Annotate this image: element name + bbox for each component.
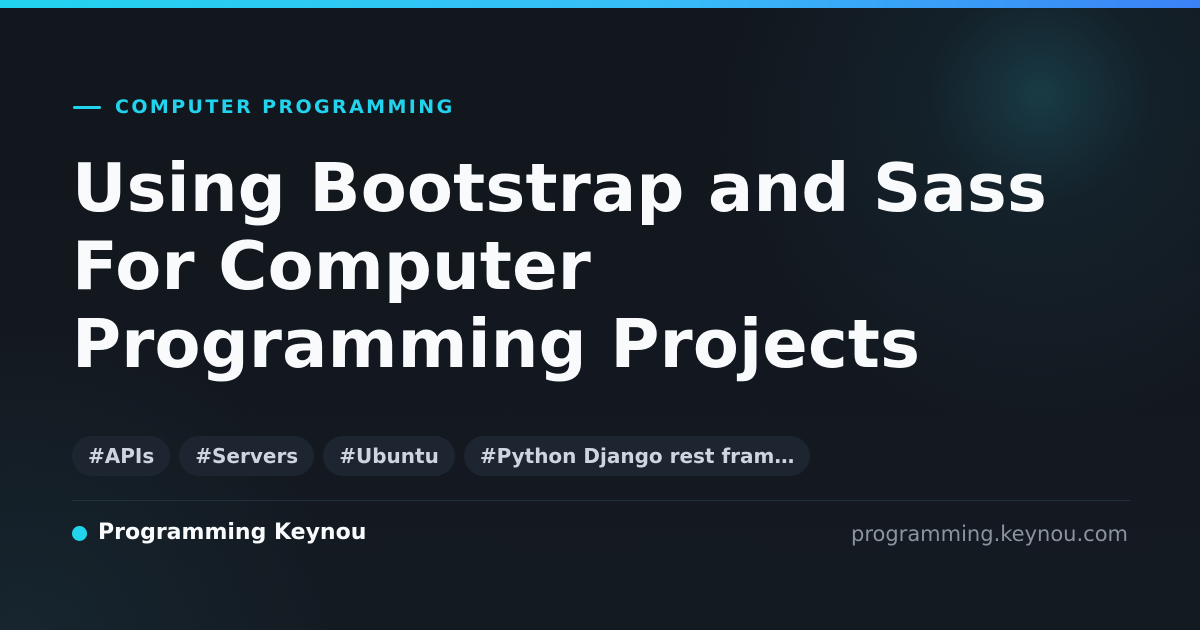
article-title-line-1: Using Bootstrap and Sass	[72, 149, 1048, 227]
tag-python-django-rest-framework: #Python Django rest fram…	[463, 436, 811, 476]
article-title-line-3: Programming Projects	[72, 305, 921, 383]
category-label: COMPUTER PROGRAMMING	[115, 96, 455, 118]
tag-ubuntu: #Ubuntu	[323, 436, 455, 476]
site-brand-name: Programming Keynou	[98, 520, 367, 545]
accent-top-bar	[0, 0, 1200, 8]
category-dash-decoration	[73, 105, 101, 109]
tag-apis: #APIs	[72, 436, 171, 476]
tag-servers: #Servers	[179, 436, 315, 476]
article-title-line-2: For Computer	[72, 227, 592, 305]
site-brand: Programming Keynou	[72, 519, 366, 547]
brand-dot-icon	[72, 525, 87, 541]
tag-list: #APIs #Servers #Ubuntu #Python Django re…	[72, 436, 811, 476]
article-title: Using Bootstrap and Sass For Computer Pr…	[72, 149, 1132, 383]
category-eyebrow: COMPUTER PROGRAMMING	[73, 95, 455, 119]
footer-divider	[72, 500, 1130, 501]
site-domain: programming.keynou.com	[851, 522, 1128, 546]
article-share-card: COMPUTER PROGRAMMING Using Bootstrap and…	[0, 0, 1200, 630]
